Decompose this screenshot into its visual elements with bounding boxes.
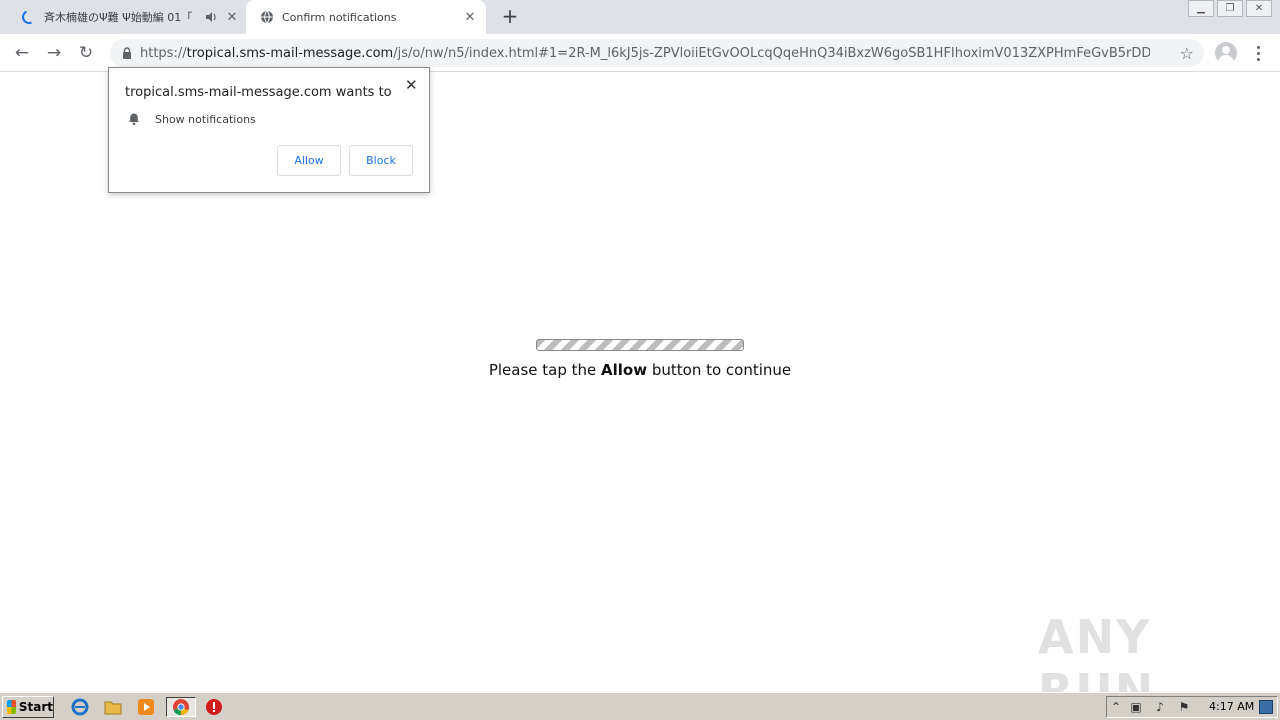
speaker-icon[interactable]	[204, 10, 218, 24]
close-icon[interactable]: ✕	[405, 76, 418, 94]
url-text[interactable]: https://tropical.sms-mail-message.com/js…	[140, 46, 1150, 61]
chrome-taskbar-icon[interactable]	[166, 697, 196, 717]
notification-permission-popup: tropical.sms-mail-message.com wants to ✕…	[108, 67, 430, 193]
tab-strip: 斉木楠雄のΨ難 Ψ始動編 01「三 ✕ Confirm notification…	[0, 0, 1280, 34]
menu-icon[interactable]	[1250, 42, 1266, 64]
permission-label: Show notifications	[155, 113, 256, 126]
close-window-button[interactable]: ✕	[1246, 0, 1272, 17]
bell-icon	[129, 113, 139, 126]
taskbar: Start ⌃ ▣ ♪ ⚑ 4:17 AM	[0, 692, 1280, 720]
system-tray: ⌃ ▣ ♪ ⚑ 4:17 AM	[1106, 696, 1278, 718]
globe-icon	[261, 10, 273, 24]
allow-button[interactable]: Allow	[277, 145, 341, 176]
tab-video[interactable]: 斉木楠雄のΨ難 Ψ始動編 01「三 ✕	[8, 0, 246, 34]
media-player-icon[interactable]	[136, 697, 156, 717]
bookmark-star-icon[interactable]: ☆	[1180, 44, 1194, 63]
action-center-flag-icon[interactable]: ⚑	[1177, 700, 1191, 714]
network-icon[interactable]: ▣	[1129, 700, 1143, 714]
close-tab-icon[interactable]: ✕	[462, 9, 478, 25]
show-hidden-icons-icon[interactable]: ⌃	[1109, 700, 1123, 714]
clock[interactable]: 4:17 AM	[1209, 700, 1254, 713]
volume-icon[interactable]: ♪	[1153, 700, 1167, 714]
url-host: tropical.sms-mail-message.com	[186, 45, 394, 61]
start-button[interactable]: Start	[2, 696, 54, 718]
loading-spinner-icon	[20, 8, 38, 26]
stop-sign-icon[interactable]	[204, 697, 224, 717]
show-desktop-icon[interactable]	[1259, 700, 1273, 714]
internet-explorer-icon[interactable]	[70, 697, 90, 717]
tab-title: 斉木楠雄のΨ難 Ψ始動編 01「三	[44, 11, 192, 24]
forward-button[interactable]: →	[43, 42, 65, 64]
close-tab-icon[interactable]: ✕	[224, 9, 240, 25]
new-tab-button[interactable]: +	[500, 6, 520, 27]
minimize-button[interactable]: ▁	[1188, 0, 1214, 17]
address-bar[interactable]: https://tropical.sms-mail-message.com/js…	[110, 39, 1204, 67]
popup-origin-text: tropical.sms-mail-message.com wants to	[125, 85, 392, 100]
progress-bar	[536, 339, 744, 351]
window-controls: ▁ ❐ ✕	[1185, 0, 1272, 17]
profile-avatar-icon[interactable]	[1215, 42, 1237, 64]
windows-logo-icon	[7, 700, 16, 714]
restore-button[interactable]: ❐	[1217, 0, 1243, 17]
back-button[interactable]: ←	[11, 42, 33, 64]
block-button[interactable]: Block	[349, 145, 413, 176]
tab-title: Confirm notifications	[282, 10, 397, 24]
file-explorer-icon[interactable]	[103, 697, 123, 717]
instruction-text: Please tap the Allow button to continue	[488, 361, 792, 379]
url-scheme: https://	[140, 45, 187, 61]
reload-button[interactable]: ↻	[75, 42, 97, 64]
tab-confirm-notifications[interactable]: Confirm notifications ✕	[246, 0, 486, 34]
url-path: /js/o/nw/n5/index.html#1=2R-M_l6kJ5js-ZP…	[393, 45, 1150, 61]
allow-emphasis: Allow	[601, 361, 648, 379]
lock-icon[interactable]	[120, 46, 134, 60]
